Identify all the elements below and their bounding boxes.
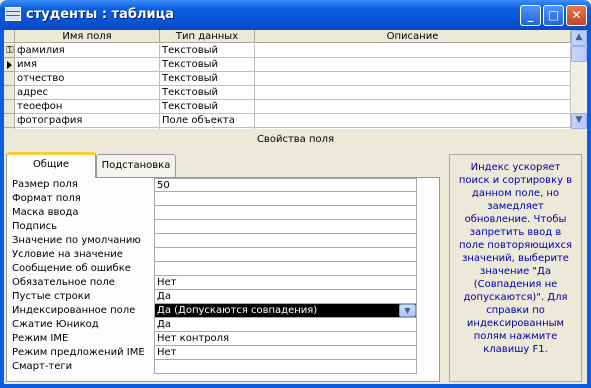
maximize-button[interactable]: □: [543, 5, 564, 26]
property-value-field[interactable]: [154, 220, 417, 234]
data-type-cell[interactable]: Текстовый: [160, 44, 255, 58]
row-selector[interactable]: [4, 72, 15, 86]
minimize-button[interactable]: _: [520, 5, 541, 26]
property-label: Пустые строки: [12, 291, 91, 302]
field-name-cell[interactable]: адрес: [15, 86, 160, 100]
tab-lookup[interactable]: Подстановка: [96, 154, 176, 178]
data-type-cell[interactable]: Текстовый: [160, 100, 255, 114]
property-label: Формат поля: [12, 193, 81, 204]
property-label: Условие на значение: [12, 249, 123, 260]
help-text-panel: Индекс ускоряет поиск и сортировку в дан…: [449, 154, 582, 382]
grid-corner: [4, 30, 15, 43]
property-value-field[interactable]: [154, 262, 417, 276]
key-icon: ⚿: [6, 45, 14, 56]
scroll-up-button[interactable]: ▲: [571, 30, 587, 46]
property-value-field[interactable]: [154, 234, 417, 248]
window-title: студенты : таблица: [26, 7, 174, 22]
field-name-cell[interactable]: теоефон: [15, 100, 160, 114]
property-value-field[interactable]: Нет: [154, 346, 417, 360]
property-value-field[interactable]: 50: [154, 178, 417, 192]
property-value-field[interactable]: [154, 360, 417, 374]
field-name-cell[interactable]: фамилия: [15, 44, 160, 58]
property-value-field[interactable]: [154, 192, 417, 206]
description-cell[interactable]: [255, 100, 571, 114]
property-value-field[interactable]: Да: [154, 318, 417, 332]
field-name-cell[interactable]: имя: [15, 58, 160, 72]
property-label: Маска ввода: [12, 207, 79, 218]
field-name-cell[interactable]: отчество: [15, 72, 160, 86]
grid-vertical-scrollbar[interactable]: ▲ ▼: [571, 30, 587, 129]
property-label: Индексированное поле: [12, 305, 136, 316]
data-type-cell[interactable]: Поле объекта: [160, 114, 255, 128]
field-name-cell[interactable]: фотография: [15, 114, 160, 128]
row-selector[interactable]: [4, 114, 15, 128]
property-label: Смарт-теги: [12, 361, 73, 372]
current-row-arrow-icon: [7, 61, 12, 69]
data-type-cell[interactable]: Текстовый: [160, 86, 255, 100]
dropdown-arrow-icon[interactable]: ▼: [399, 304, 416, 317]
property-label: Размер поля: [12, 179, 78, 190]
property-value-field[interactable]: [154, 248, 417, 262]
window-frame-right: [587, 30, 591, 388]
description-cell[interactable]: [255, 58, 571, 72]
column-header-field-name[interactable]: Имя поля: [15, 30, 160, 43]
property-value-field[interactable]: Да (Допускаются совпадения): [154, 304, 417, 318]
scroll-down-button[interactable]: ▼: [571, 113, 587, 129]
field-properties-title: Свойства поля: [256, 134, 335, 145]
data-type-cell[interactable]: Текстовый: [160, 72, 255, 86]
property-label: Режим IME: [12, 333, 69, 344]
property-label: Режим предложений IME: [12, 347, 145, 358]
property-label: Обязательное поле: [12, 277, 115, 288]
row-selector[interactable]: [4, 86, 15, 100]
close-button[interactable]: ✕: [566, 5, 587, 26]
table-icon: [5, 7, 21, 21]
property-label: Подпись: [12, 221, 57, 232]
description-cell[interactable]: [255, 72, 571, 86]
column-header-description[interactable]: Описание: [255, 30, 571, 43]
description-cell[interactable]: [255, 114, 571, 128]
property-value-field[interactable]: [154, 206, 417, 220]
property-label: Сообщение об ошибке: [12, 263, 131, 274]
row-selector[interactable]: ⚿: [4, 44, 15, 58]
property-label: Значение по умолчанию: [12, 235, 141, 246]
property-value-field[interactable]: Нет контроля: [154, 332, 417, 346]
property-label: Сжатие Юникод: [12, 319, 99, 330]
description-cell[interactable]: [255, 86, 571, 100]
property-value-field[interactable]: Нет: [154, 276, 417, 290]
row-selector[interactable]: [4, 58, 15, 72]
scroll-thumb[interactable]: [571, 46, 587, 62]
description-cell[interactable]: [255, 44, 571, 58]
field-design-grid: Имя поля Тип данных Описание ⚿ фамилия Тек…: [4, 30, 571, 129]
column-header-data-type[interactable]: Тип данных: [160, 30, 255, 43]
property-value-field[interactable]: Да: [154, 290, 417, 304]
window-frame-bottom: [0, 384, 591, 388]
data-type-cell[interactable]: Текстовый: [160, 58, 255, 72]
tab-general[interactable]: Общие: [6, 152, 96, 178]
row-selector[interactable]: [4, 100, 15, 114]
